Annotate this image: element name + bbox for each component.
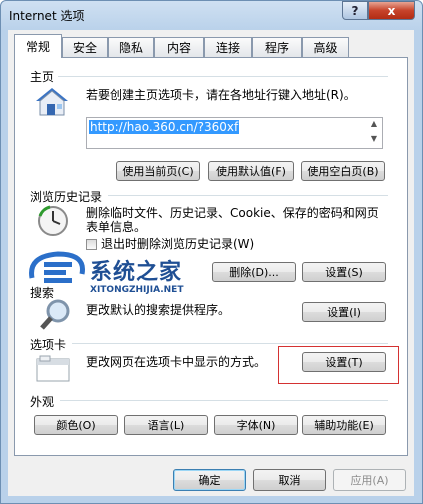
search-settings-button[interactable]: 设置(I) <box>302 302 386 322</box>
appearance-section-title: 外观 <box>30 395 55 409</box>
watermark-brand: 系统之家 <box>90 260 183 285</box>
fonts-button[interactable]: 字体(N) <box>214 415 298 435</box>
tab-connections[interactable]: 连接 <box>204 37 252 57</box>
appearance-divider <box>60 400 388 401</box>
help-button[interactable]: ? <box>342 1 368 20</box>
homepage-url-value[interactable]: http://hao.360.cn/?360xf <box>89 120 240 134</box>
history-section-title: 浏览历史记录 <box>30 190 103 204</box>
ok-button[interactable]: 确定 <box>173 469 246 491</box>
tab-programs[interactable]: 程序 <box>252 37 302 57</box>
tabs-section-title: 选项卡 <box>30 338 67 352</box>
watermark-url: XITONGZHIJIA.NET <box>90 285 184 295</box>
colors-button[interactable]: 颜色(O) <box>34 415 118 435</box>
clock-icon <box>38 205 68 236</box>
highlight-annotation-box <box>278 346 399 384</box>
tab-privacy[interactable]: 隐私 <box>108 37 154 57</box>
history-divider <box>108 195 388 196</box>
magnifier-icon <box>40 299 70 330</box>
close-button[interactable]: x <box>368 1 415 20</box>
homepage-divider <box>58 76 388 77</box>
history-description-line1: 删除临时文件、历史记录、Cookie、保存的密码和网页 <box>86 206 379 220</box>
tab-advanced[interactable]: 高级 <box>302 37 349 57</box>
cancel-button[interactable]: 取消 <box>253 469 326 491</box>
use-current-button[interactable]: 使用当前页(C) <box>116 161 200 181</box>
tab-security[interactable]: 安全 <box>62 37 108 57</box>
window-title: Internet 选项 <box>9 9 85 23</box>
accessibility-button[interactable]: 辅助功能(E) <box>302 415 386 435</box>
homepage-section-title: 主页 <box>30 70 55 84</box>
homepage-description: 若要创建主页选项卡，请在各地址行键入地址(R)。 <box>86 88 356 102</box>
languages-button[interactable]: 语言(L) <box>124 415 208 435</box>
tabs-window-icon <box>36 355 70 382</box>
search-description: 更改默认的搜索提供程序。 <box>86 303 231 317</box>
use-default-button[interactable]: 使用默认值(F) <box>208 161 294 181</box>
tab-content[interactable]: 内容 <box>154 37 204 57</box>
tab-general[interactable]: 常规 <box>14 34 62 58</box>
tabs-divider <box>72 343 388 344</box>
apply-button[interactable]: 应用(A) <box>333 469 406 491</box>
use-blank-button[interactable]: 使用空白页(B) <box>301 161 385 181</box>
house-icon <box>36 88 68 116</box>
tabs-description: 更改网页在选项卡中显示的方式。 <box>86 355 267 369</box>
scroll-up-arrow-icon[interactable]: ▲ <box>367 119 381 132</box>
history-settings-button[interactable]: 设置(S) <box>302 262 386 282</box>
scroll-down-arrow-icon[interactable]: ▼ <box>367 134 381 147</box>
history-description-line2: 表单信息。 <box>86 220 147 234</box>
homepage-url-input[interactable]: http://hao.360.cn/?360xf ▲ ▼ <box>86 117 383 149</box>
